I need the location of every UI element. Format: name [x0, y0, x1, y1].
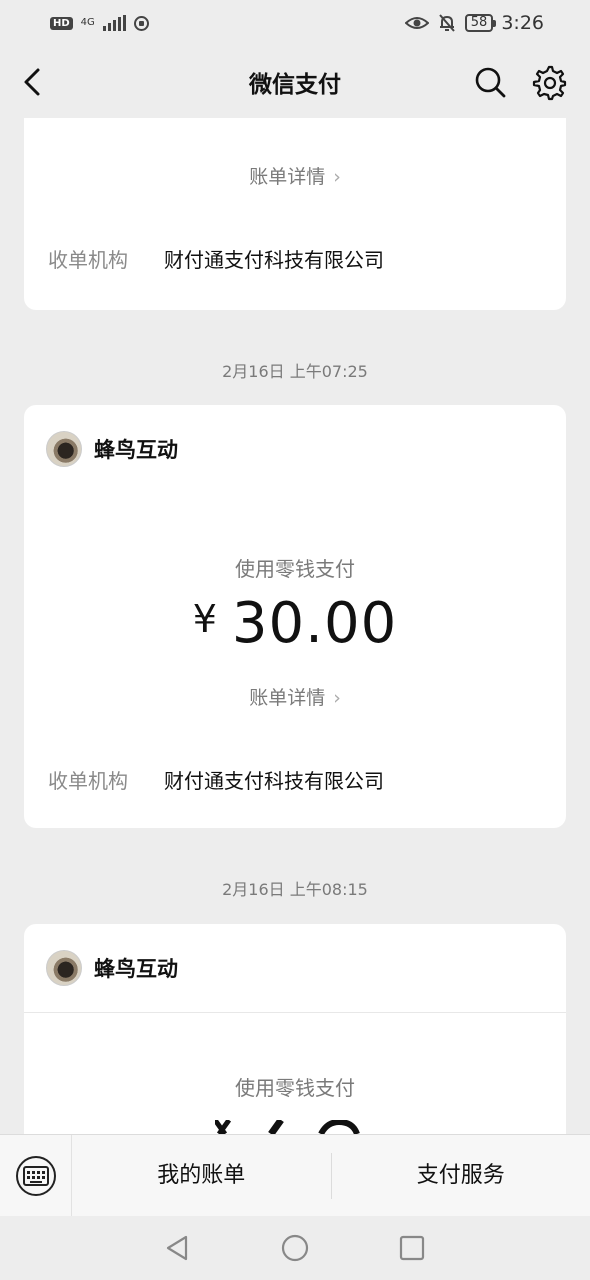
screen-record-icon — [133, 15, 149, 31]
my-bills-button[interactable]: 我的账单 — [72, 1153, 331, 1199]
mute-bell-icon — [439, 14, 455, 32]
eye-icon — [404, 17, 429, 29]
acquirer-label: 收单机构 — [48, 248, 128, 272]
pay-services-button[interactable]: 支付服务 — [332, 1153, 590, 1199]
bill-detail-label: 账单详情 — [249, 166, 326, 188]
circle-home-icon[interactable] — [280, 1233, 310, 1263]
acquirer-row: 收单机构 财付通支付科技有限公司 — [24, 244, 384, 273]
status-bar-left: HD 4G — [50, 15, 149, 31]
nav-bar: 微信支付 — [0, 46, 590, 118]
amount: ¥ 30.00 — [24, 591, 566, 656]
search-icon[interactable] — [472, 64, 508, 100]
acquirer-label: 收单机构 — [48, 769, 128, 793]
square-recent-icon[interactable] — [398, 1234, 426, 1262]
acquirer-value: 财付通支付科技有限公司 — [164, 769, 384, 793]
network-type: 4G — [80, 17, 95, 28]
amount-partial — [24, 118, 566, 134]
gear-icon[interactable] — [530, 63, 568, 101]
card-header[interactable]: 蜂鸟互动 — [24, 924, 566, 1012]
chevron-right-icon: › — [333, 166, 341, 188]
bill-card[interactable]: 蜂鸟互动 使用零钱支付 — [24, 924, 566, 1134]
bill-card[interactable]: 蜂鸟互动 使用零钱支付 ¥ 30.00 账单详情 › 收单机构 财付通支付科技有限… — [24, 405, 566, 828]
page-title: 微信支付 — [249, 72, 341, 98]
acquirer-value: 财付通支付科技有限公司 — [164, 248, 384, 272]
bill-card[interactable]: 账单详情 › 收单机构 财付通支付科技有限公司 — [24, 118, 566, 310]
card-divider — [24, 1012, 566, 1013]
currency-symbol: ¥ — [192, 597, 218, 641]
bottom-action-bar: 我的账单 支付服务 — [0, 1134, 590, 1217]
pay-method: 使用零钱支付 — [235, 557, 355, 581]
bill-detail-link[interactable]: 账单详情 › — [24, 162, 566, 189]
triangle-back-icon[interactable] — [164, 1234, 192, 1262]
pay-method: 使用零钱支付 — [235, 1076, 355, 1100]
battery-indicator: 58 — [464, 14, 496, 32]
merchant-name: 蜂鸟互动 — [94, 957, 178, 981]
keyboard-icon — [15, 1155, 56, 1196]
keyboard-toggle-button[interactable] — [0, 1134, 72, 1217]
amount-partial — [24, 1120, 566, 1134]
merchant-name: 蜂鸟互动 — [94, 438, 178, 462]
status-bar-right: 58 3:26 — [404, 12, 544, 34]
chevron-right-icon: › — [333, 687, 341, 709]
amount-cutoff — [215, 118, 375, 134]
amount-value: 30.00 — [231, 591, 398, 656]
date-separator: 2月16日 上午08:15 — [222, 880, 368, 899]
bill-feed[interactable]: 账单详情 › 收单机构 财付通支付科技有限公司 2月16日 上午07:25 蜂鸟互… — [0, 118, 590, 1134]
status-bar: HD 4G 58 3:26 — [0, 0, 590, 46]
back-icon[interactable] — [18, 64, 54, 100]
system-navigation-bar — [0, 1216, 590, 1280]
avatar — [46, 950, 82, 986]
card-header[interactable]: 蜂鸟互动 — [24, 405, 566, 493]
status-time: 3:26 — [501, 12, 544, 34]
avatar — [46, 431, 82, 467]
bill-detail-link[interactable]: 账单详情 › — [24, 683, 566, 710]
date-separator: 2月16日 上午07:25 — [222, 362, 368, 381]
signal-icon — [102, 15, 126, 31]
acquirer-row: 收单机构 财付通支付科技有限公司 — [24, 765, 384, 794]
bill-detail-label: 账单详情 — [249, 687, 326, 709]
hd-badge: HD — [50, 16, 73, 30]
